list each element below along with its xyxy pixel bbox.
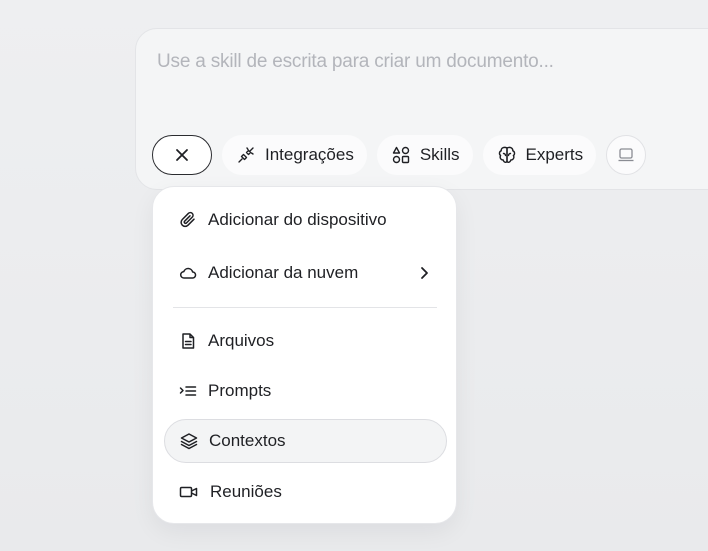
skills-icon — [392, 146, 410, 164]
skills-button[interactable]: Skills — [376, 135, 473, 175]
menu-item-label: Adicionar da nuvem — [208, 263, 359, 282]
composer: Use a skill de escrita para criar um doc… — [135, 28, 708, 190]
file-icon — [182, 333, 195, 349]
menu-item-label: Arquivos — [208, 331, 275, 350]
attach-menu: Adicionar do dispositivo Adicionar da nu… — [152, 186, 457, 524]
skills-label: Skills — [419, 145, 460, 164]
layers-icon — [180, 433, 198, 450]
cloud-icon — [180, 267, 197, 279]
menu-item-contexts[interactable]: Contextos — [164, 419, 447, 463]
paperclip-icon — [180, 211, 195, 228]
menu-divider — [173, 307, 437, 308]
menu-item-label: Adicionar do dispositivo — [208, 210, 387, 229]
composer-input[interactable]: Use a skill de escrita para criar um doc… — [157, 51, 554, 73]
chevron-right-icon — [421, 267, 428, 279]
plug-icon — [238, 147, 254, 163]
menu-item-add-from-cloud[interactable]: Adicionar da nuvem — [164, 251, 447, 295]
menu-item-files[interactable]: Arquivos — [164, 319, 447, 363]
menu-item-label: Prompts — [208, 381, 272, 400]
composer-toolbar: Integrações Skills Experts — [152, 135, 647, 175]
experts-button[interactable]: Experts — [482, 135, 597, 175]
close-menu-button[interactable] — [152, 135, 212, 175]
menu-item-add-from-device[interactable]: Adicionar do dispositivo — [164, 198, 447, 242]
prompt-list-icon — [179, 386, 197, 396]
integrations-label: Integrações — [265, 145, 354, 164]
menu-item-label: Contextos — [209, 431, 286, 450]
menu-item-prompts[interactable]: Prompts — [164, 369, 447, 413]
video-icon — [179, 486, 198, 498]
experts-label: Experts — [525, 145, 584, 164]
brain-icon — [498, 146, 515, 163]
menu-item-meetings[interactable]: Reuniões — [164, 470, 447, 514]
close-icon — [176, 149, 188, 161]
laptop-icon — [618, 148, 634, 162]
menu-item-label: Reuniões — [210, 482, 282, 501]
device-button[interactable] — [606, 135, 647, 175]
integrations-button[interactable]: Integrações — [222, 135, 367, 175]
